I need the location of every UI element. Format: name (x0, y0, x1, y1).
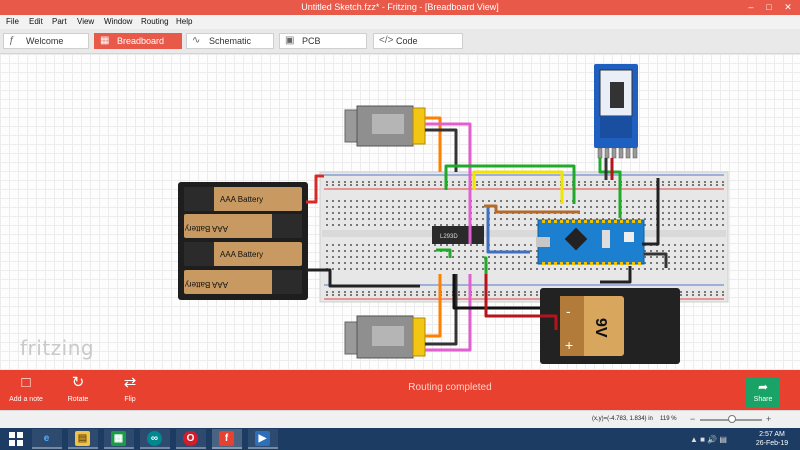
taskbar-clock[interactable]: 2:57 AM 26-Feb-19 (748, 430, 796, 448)
share-label: Share (753, 396, 773, 403)
maximize-icon[interactable]: □ (762, 1, 776, 13)
status-bar: (x,y)=(-4.783, 1.834) in 119 % − + (0, 410, 800, 428)
flip-label: Flip (124, 396, 136, 403)
add-note-button[interactable]: □ Add a note (6, 370, 46, 410)
share-button[interactable]: ➦ Share (746, 378, 780, 408)
clock-time: 2:57 AM (759, 431, 785, 438)
zoom-in-icon[interactable]: + (766, 414, 771, 424)
fritzing-taskbar-icon[interactable]: f (212, 429, 242, 449)
aaa-battery-pack[interactable]: AAA Battery AAA Battery AAA Battery AAA … (178, 182, 308, 300)
motor-driver-chip[interactable]: L293D (432, 226, 484, 244)
windows-taskbar: e ▤ ▦ ∞ O f ▶ ▲ ■ 🔊 ▤ 2:57 AM 26-Feb-19 (0, 428, 800, 450)
tab-pcb-label: PCB (302, 36, 321, 46)
flip-icon: ⇄ (123, 374, 137, 391)
fritzing-logo: fritzing (20, 336, 95, 360)
menu-window[interactable]: Window (104, 17, 132, 26)
menu-edit[interactable]: Edit (29, 17, 43, 26)
zoom-out-icon[interactable]: − (690, 414, 695, 424)
windows-start-icon[interactable] (8, 431, 24, 447)
menu-view[interactable]: View (77, 17, 94, 26)
bottom-toolbar: □ Add a note ↻ Rotate ⇄ Flip Routing com… (0, 370, 800, 410)
menu-file[interactable]: File (6, 17, 19, 26)
battery-plus-label: + (565, 337, 573, 353)
tab-code[interactable]: </> Code (373, 33, 463, 49)
breadboard-canvas[interactable]: AAA Battery AAA Battery AAA Battery AAA … (0, 54, 800, 370)
tab-welcome-label: Welcome (26, 36, 64, 46)
fritzing-icon: ƒ (9, 35, 15, 46)
dc-motor-bottom[interactable] (344, 315, 426, 359)
file-explorer-icon[interactable]: ▤ (68, 429, 98, 449)
tab-code-label: Code (396, 36, 418, 46)
menu-part[interactable]: Part (52, 17, 67, 26)
opera-icon[interactable]: O (176, 429, 206, 449)
minimize-icon[interactable]: – (744, 1, 758, 13)
tab-pcb[interactable]: ▣ PCB (279, 33, 367, 49)
flip-button[interactable]: ⇄ Flip (112, 370, 148, 410)
battery-minus-label: - (566, 303, 571, 319)
pcb-icon: ▣ (285, 35, 295, 46)
note-icon: □ (21, 374, 31, 391)
arduino-nano[interactable] (536, 219, 645, 265)
share-icon: ➦ (757, 380, 769, 394)
add-note-label: Add a note (9, 396, 43, 403)
media-icon[interactable]: ▶ (248, 429, 278, 449)
circuit-drawing: AAA Battery AAA Battery AAA Battery AAA … (178, 64, 729, 364)
code-icon: </> (379, 35, 394, 46)
routing-status: Routing completed (408, 382, 492, 393)
battery-9v[interactable]: - + 9V (540, 288, 680, 364)
battery-cell-label: AAA Battery (220, 195, 263, 204)
tab-breadboard-label: Breadboard (117, 36, 165, 46)
rotate-button[interactable]: ↻ Rotate (58, 370, 98, 410)
battery-9v-label: 9V (592, 318, 609, 338)
title-bar: Untitled Sketch.fzz* - Fritzing - [Bread… (0, 0, 800, 15)
battery-cell-label: AAA Battery (220, 250, 263, 259)
view-tab-bar: ƒ Welcome ▦ Breadboard ∿ Schematic ▣ PCB… (0, 29, 800, 54)
battery-cell-label: AAA Battery (185, 280, 228, 289)
schematic-icon: ∿ (192, 35, 201, 46)
bluetooth-module[interactable] (594, 64, 638, 159)
system-tray-icons[interactable]: ▲ ■ 🔊 ▤ (690, 435, 727, 444)
breadboard[interactable] (319, 171, 729, 303)
cursor-coordinates: (x,y)=(-4.783, 1.834) in (592, 416, 653, 422)
tab-schematic[interactable]: ∿ Schematic (186, 33, 274, 49)
internet-explorer-icon[interactable]: e (32, 429, 62, 449)
arduino-icon[interactable]: ∞ (140, 429, 170, 449)
fritzing-window: Untitled Sketch.fzz* - Fritzing - [Bread… (0, 0, 800, 450)
menu-bar: File Edit Part View Window Routing Help (0, 15, 800, 29)
clock-date: 26-Feb-19 (755, 440, 789, 447)
zoom-level: 119 % (660, 416, 677, 422)
window-title: Untitled Sketch.fzz* - Fritzing - [Bread… (301, 2, 499, 12)
close-icon[interactable]: ✕ (781, 1, 795, 13)
rotate-label: Rotate (67, 396, 89, 403)
rotate-icon: ↻ (71, 374, 85, 391)
chip-label: L293D (440, 234, 458, 240)
tab-schematic-label: Schematic (209, 36, 252, 46)
zoom-slider-handle[interactable] (728, 415, 736, 423)
menu-help[interactable]: Help (176, 17, 192, 26)
dc-motor-top[interactable] (344, 105, 426, 147)
store-icon[interactable]: ▦ (104, 429, 134, 449)
tab-breadboard[interactable]: ▦ Breadboard (94, 33, 182, 49)
tab-welcome[interactable]: ƒ Welcome (3, 33, 89, 49)
breadboard-icon: ▦ (100, 35, 110, 46)
menu-routing[interactable]: Routing (141, 17, 169, 26)
battery-cell-label: AAA Battery (185, 224, 228, 233)
